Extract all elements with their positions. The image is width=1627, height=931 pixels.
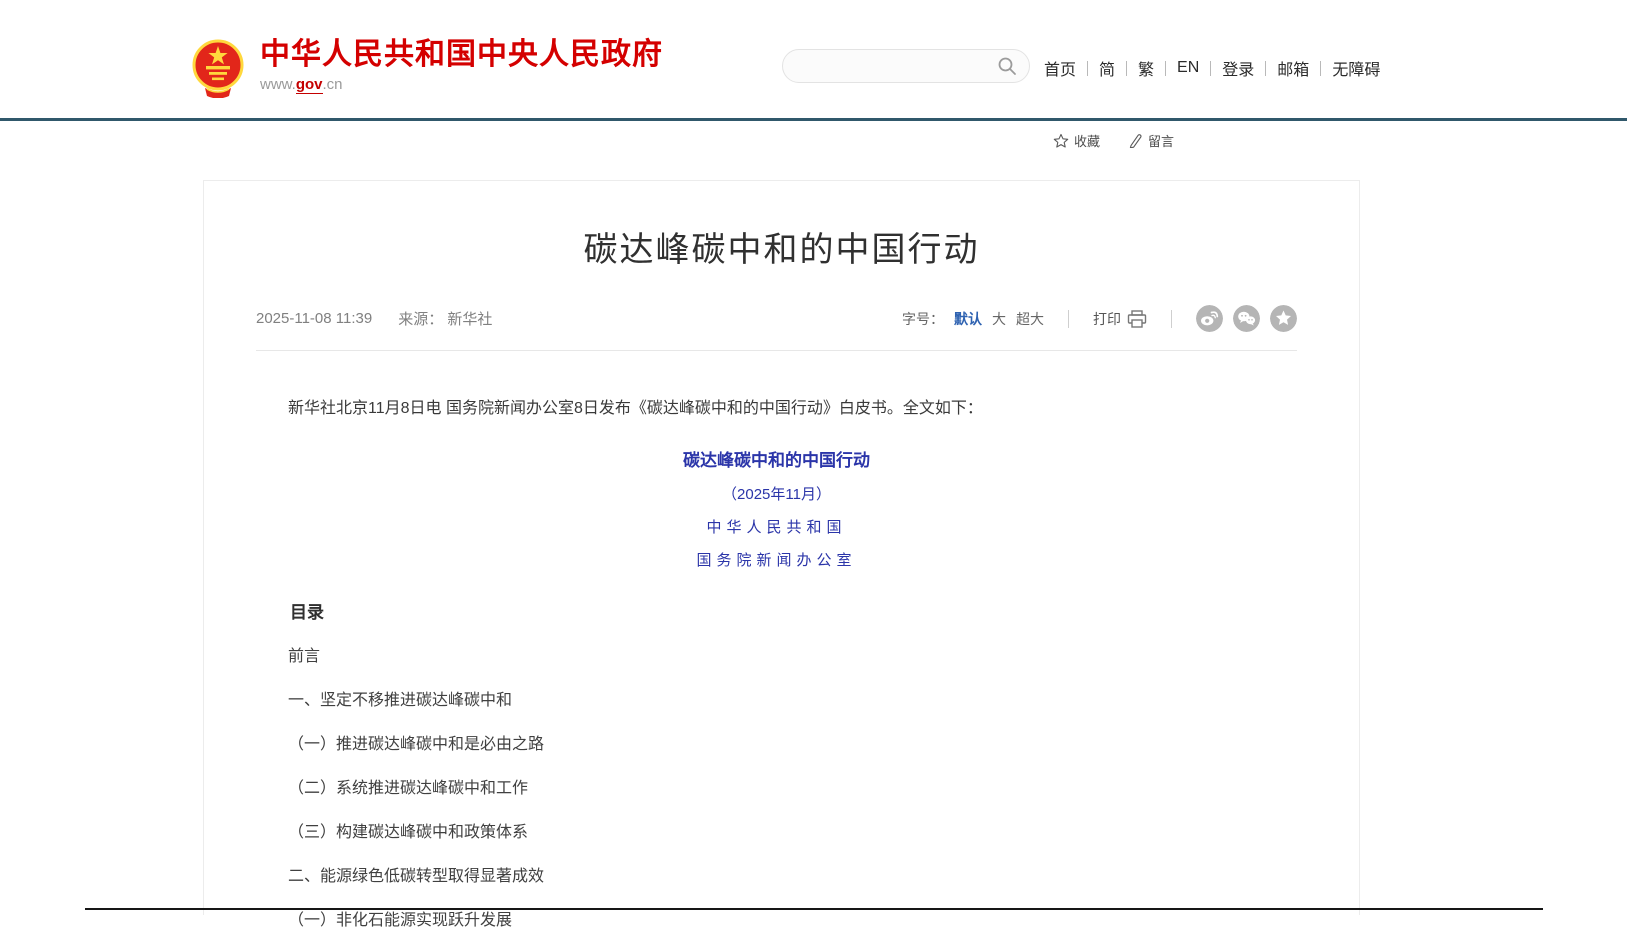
nav-mail[interactable]: 邮箱	[1277, 56, 1309, 80]
meta-separator	[1171, 310, 1172, 328]
article-title: 碳达峰碳中和的中国行动	[204, 222, 1359, 271]
print-label: 打印	[1093, 309, 1121, 329]
pencil-icon	[1128, 133, 1143, 148]
whitepaper-org-line2: 国务院新闻办公室	[256, 549, 1297, 570]
source: 来源： 新华社	[398, 308, 492, 329]
wechat-share-icon[interactable]	[1233, 305, 1260, 332]
toc-item-2-1: （一）非化石能源实现跃升发展	[256, 911, 1297, 931]
nav-separator	[1265, 61, 1266, 76]
site-title: 中华人民共和国中央人民政府	[260, 38, 663, 71]
url-domain: gov	[296, 76, 323, 94]
print-button[interactable]: 打印	[1093, 309, 1147, 329]
nav-simplified[interactable]: 简	[1099, 56, 1115, 80]
share-icons	[1196, 305, 1297, 332]
header-divider	[0, 118, 1627, 121]
page-actions: 收藏 留言	[1053, 131, 1174, 150]
whitepaper-title: 碳达峰碳中和的中国行动	[256, 446, 1297, 471]
font-size-xlarge[interactable]: 超大	[1016, 309, 1044, 329]
printer-icon	[1127, 310, 1147, 328]
font-size-default[interactable]: 默认	[954, 309, 982, 329]
search-icon[interactable]	[997, 56, 1017, 76]
toc-item-1-3: （三）构建碳达峰碳中和政策体系	[256, 823, 1297, 843]
comment-button[interactable]: 留言	[1128, 131, 1174, 150]
favorite-label: 收藏	[1074, 131, 1100, 150]
star-icon	[1053, 133, 1069, 149]
toc-item-1: 一、坚定不移推进碳达峰碳中和	[256, 691, 1297, 711]
nav-login[interactable]: 登录	[1222, 56, 1254, 80]
favorite-button[interactable]: 收藏	[1053, 131, 1100, 150]
font-size-label: 字号：	[902, 309, 944, 329]
meta-left: 2025-11-08 11:39 来源： 新华社	[256, 308, 492, 329]
search-box[interactable]	[782, 49, 1030, 83]
top-nav: 首页 简 繁 EN 登录 邮箱 无障碍	[1044, 56, 1380, 80]
intro-paragraph: 新华社北京11月8日电 国务院新闻办公室8日发布《碳达峰碳中和的中国行动》白皮书…	[256, 397, 1297, 421]
search-input[interactable]	[799, 58, 997, 74]
viewport-bottom-edge	[85, 908, 1543, 910]
toc-item-preface: 前言	[256, 647, 1297, 667]
site-url: www.gov.cn	[260, 76, 663, 93]
toc-heading: 目录	[256, 598, 1297, 623]
site-brand[interactable]: 中华人民共和国中央人民政府 www.gov.cn	[191, 38, 663, 98]
article-meta-row: 2025-11-08 11:39 来源： 新华社 字号： 默认 大 超大 打印	[256, 305, 1297, 351]
article-container: 碳达峰碳中和的中国行动 2025-11-08 11:39 来源： 新华社 字号：…	[203, 180, 1360, 915]
nav-separator	[1165, 61, 1166, 76]
source-value[interactable]: 新华社	[447, 311, 492, 328]
whitepaper-org-line1: 中华人民共和国	[256, 516, 1297, 537]
nav-home[interactable]: 首页	[1044, 56, 1076, 80]
nav-english[interactable]: EN	[1177, 59, 1199, 77]
weibo-share-icon[interactable]	[1196, 305, 1223, 332]
toc-item-2: 二、能源绿色低碳转型取得显著成效	[256, 867, 1297, 887]
nav-accessibility[interactable]: 无障碍	[1332, 56, 1380, 80]
nav-separator	[1126, 61, 1127, 76]
font-size-large[interactable]: 大	[992, 309, 1006, 329]
url-suffix: .cn	[323, 76, 343, 93]
article-body: 新华社北京11月8日电 国务院新闻办公室8日发布《碳达峰碳中和的中国行动》白皮书…	[256, 397, 1297, 931]
toc-item-1-2: （二）系统推进碳达峰碳中和工作	[256, 779, 1297, 799]
nav-separator	[1210, 61, 1211, 76]
nav-separator	[1320, 61, 1321, 76]
nav-separator	[1087, 61, 1088, 76]
meta-separator	[1068, 310, 1069, 328]
whitepaper-date: （2025年11月）	[256, 483, 1297, 504]
url-prefix: www.	[260, 76, 296, 93]
favorite-share-icon[interactable]	[1270, 305, 1297, 332]
nav-traditional[interactable]: 繁	[1138, 56, 1154, 80]
publish-date: 2025-11-08 11:39	[256, 310, 372, 327]
toc-item-1-1: （一）推进碳达峰碳中和是必由之路	[256, 735, 1297, 755]
comment-label: 留言	[1148, 131, 1174, 150]
site-header: 中华人民共和国中央人民政府 www.gov.cn 首页 简 繁 EN 登录 邮箱…	[0, 0, 1627, 118]
national-emblem-logo	[191, 38, 245, 98]
meta-right: 字号： 默认 大 超大 打印	[902, 305, 1297, 332]
source-label: 来源：	[398, 311, 443, 328]
